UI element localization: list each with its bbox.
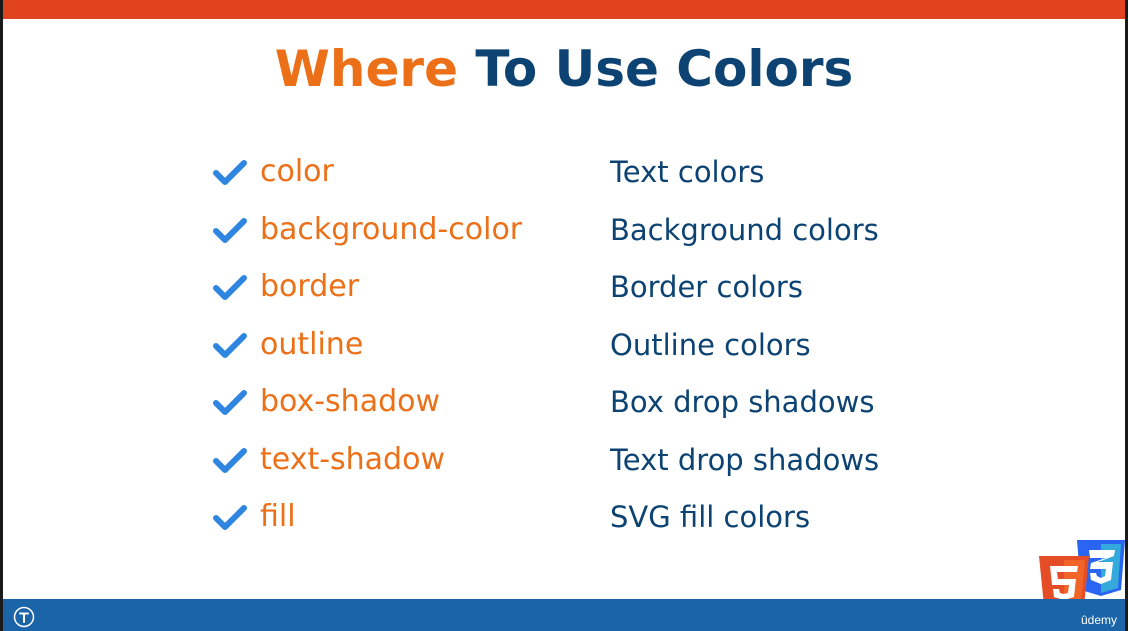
timer-icon[interactable] bbox=[13, 606, 35, 628]
checkmark-icon bbox=[213, 390, 247, 415]
checkmark-icon bbox=[213, 447, 247, 473]
list-item: text-shadow Text drop shadows bbox=[3, 436, 1125, 494]
property-name: background-color bbox=[260, 211, 523, 247]
list-item: fill SVG fill colors bbox=[3, 493, 1125, 551]
checkmark-icon bbox=[213, 217, 247, 243]
list-item: border Border colors bbox=[3, 263, 1125, 321]
property-description: Text drop shadows bbox=[610, 442, 880, 477]
slide: Where To Use Colors color Text colors ba… bbox=[3, 0, 1125, 631]
top-accent-bar bbox=[3, 0, 1125, 19]
property-name: color bbox=[260, 154, 334, 189]
slide-title: Where To Use Colors bbox=[3, 40, 1125, 98]
property-description: Box drop shadows bbox=[610, 385, 875, 419]
property-name: border bbox=[260, 269, 360, 304]
property-description: Text colors bbox=[610, 155, 765, 189]
property-name: outline bbox=[260, 326, 364, 362]
title-rest: To Use Colors bbox=[457, 40, 854, 98]
list-item: outline Outline colors bbox=[3, 321, 1125, 379]
checkmark-icon bbox=[213, 332, 247, 358]
property-description: SVG fill colors bbox=[610, 500, 811, 534]
bottom-bar: ûdemy bbox=[3, 599, 1125, 631]
property-description: Outline colors bbox=[610, 327, 811, 362]
property-name: text-shadow bbox=[260, 441, 445, 477]
checkmark-icon bbox=[213, 160, 247, 185]
property-description: Border colors bbox=[610, 270, 803, 304]
property-description: Background colors bbox=[610, 212, 879, 247]
list-item: background-color Background colors bbox=[3, 206, 1125, 264]
checkmark-icon bbox=[213, 505, 247, 530]
udemy-logo: ûdemy bbox=[1080, 613, 1117, 627]
list-item: box-shadow Box drop shadows bbox=[3, 378, 1125, 436]
property-name: fill bbox=[260, 499, 296, 534]
property-name: box-shadow bbox=[260, 384, 441, 419]
list-item: color Text colors bbox=[3, 148, 1125, 206]
checkmark-icon bbox=[213, 275, 247, 300]
title-highlight: Where bbox=[274, 40, 458, 98]
